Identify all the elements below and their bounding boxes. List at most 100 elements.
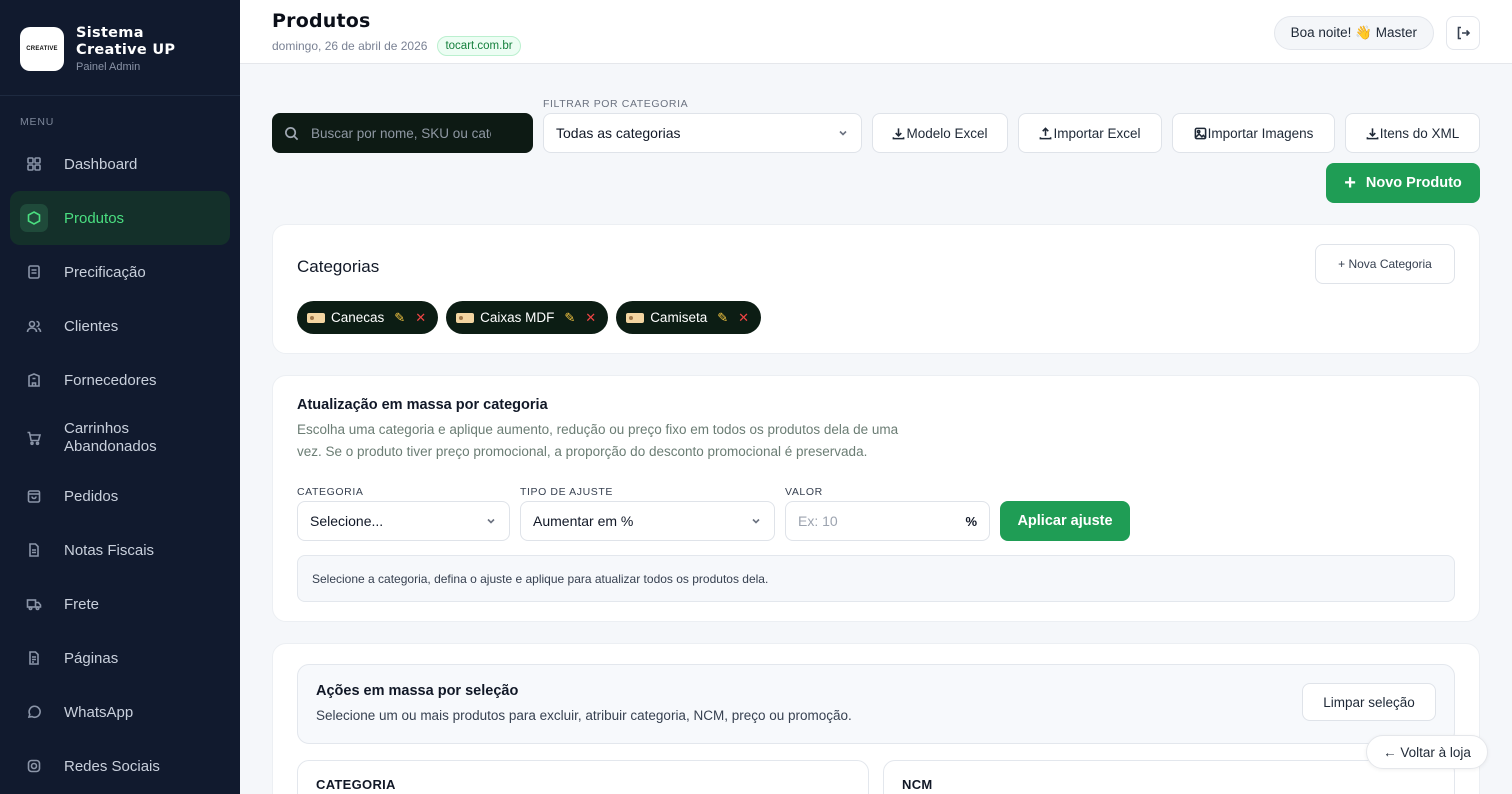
sidebar-item-produtos[interactable]: Produtos bbox=[10, 191, 230, 245]
selection-ncm-panel: NCM bbox=[883, 760, 1455, 794]
tag-icon bbox=[456, 312, 475, 323]
sidebar-item-label: Páginas bbox=[64, 649, 119, 667]
chevron-down-icon bbox=[487, 518, 495, 524]
sidebar-item-label: Notas Fiscais bbox=[64, 541, 155, 559]
menu-label: MENU bbox=[20, 116, 55, 128]
selection-title: Ações em massa por seleção bbox=[316, 683, 519, 699]
truck-icon bbox=[20, 590, 48, 618]
voltar-loja-button[interactable]: ← Voltar à loja bbox=[1366, 735, 1488, 769]
document-icon bbox=[20, 258, 48, 286]
chat-icon bbox=[20, 698, 48, 726]
sidebar-item-whatsapp[interactable]: WhatsApp bbox=[10, 685, 230, 739]
sidebar-item-label: Precificação bbox=[64, 263, 146, 281]
delete-icon[interactable]: ✕ bbox=[585, 310, 596, 326]
hexagon-icon bbox=[20, 204, 48, 232]
novo-produto-button[interactable]: + Novo Produto bbox=[1326, 163, 1480, 203]
itens-xml-button[interactable]: Itens do XML bbox=[1345, 113, 1480, 153]
category-chip[interactable]: Canecas ✎ ✕ bbox=[297, 301, 439, 334]
nova-categoria-button[interactable]: + Nova Categoria bbox=[1315, 244, 1455, 284]
brand-subtitle: Painel Admin bbox=[76, 60, 141, 73]
selection-ncm-label: NCM bbox=[902, 777, 933, 792]
search-input[interactable] bbox=[311, 125, 491, 141]
selection-actions-box: Ações em massa por seleção Selecione um … bbox=[297, 664, 1455, 744]
receipt-icon bbox=[20, 536, 48, 564]
mass-update-title: Atualização em massa por categoria bbox=[297, 397, 548, 413]
building-icon bbox=[20, 366, 48, 394]
sidebar-item-redes-sociais[interactable]: Redes Sociais bbox=[10, 739, 230, 793]
sidebar-item-carrinhos[interactable]: Carrinhos Abandonados bbox=[10, 407, 230, 469]
sidebar-item-paginas[interactable]: Páginas bbox=[10, 631, 230, 685]
plus-icon: + bbox=[1344, 172, 1356, 194]
delete-icon[interactable]: ✕ bbox=[738, 310, 749, 326]
modelo-excel-button[interactable]: Modelo Excel bbox=[872, 113, 1008, 153]
logout-button[interactable] bbox=[1446, 16, 1480, 50]
modelo-excel-label: Modelo Excel bbox=[906, 125, 988, 141]
bag-icon bbox=[20, 482, 48, 510]
limpar-selecao-button[interactable]: Limpar seleção bbox=[1302, 683, 1436, 721]
aplicar-ajuste-button[interactable]: Aplicar ajuste bbox=[1000, 501, 1130, 541]
sidebar-item-dashboard[interactable]: Dashboard bbox=[10, 137, 230, 191]
brand-title-line2: Creative UP bbox=[76, 41, 176, 58]
category-chip[interactable]: Caixas MDF ✎ ✕ bbox=[446, 301, 609, 334]
sidebar-item-frete[interactable]: Frete bbox=[10, 577, 230, 631]
category-chip-label: Camiseta bbox=[650, 310, 708, 325]
tipo-ajuste-value: Aumentar em % bbox=[533, 513, 634, 529]
download-icon bbox=[893, 127, 905, 139]
main-content: Produtos domingo, 26 de abril de 2026 to… bbox=[240, 0, 1512, 794]
mass-categoria-value: Selecione... bbox=[310, 513, 384, 529]
category-filter-value: Todas as categorias bbox=[556, 125, 681, 141]
search-icon bbox=[285, 126, 299, 140]
grid-icon bbox=[20, 150, 48, 178]
selection-categoria-panel: CATEGORIA bbox=[297, 760, 869, 794]
sidebar-item-fornecedores[interactable]: Fornecedores bbox=[10, 353, 230, 407]
sidebar-item-pedidos[interactable]: Pedidos bbox=[10, 469, 230, 523]
brand-logo: CREATIVE bbox=[20, 26, 64, 71]
category-chip-label: Canecas bbox=[331, 310, 385, 325]
categorias-card: Categorias + Nova Categoria Canecas ✎ ✕ … bbox=[272, 224, 1480, 354]
importar-imagens-label: Importar Imagens bbox=[1207, 125, 1314, 141]
sidebar-item-label: Redes Sociais bbox=[64, 757, 160, 775]
category-chip[interactable]: Camiseta ✎ ✕ bbox=[616, 301, 762, 334]
brand-title-line1: Sistema bbox=[76, 24, 144, 41]
itens-xml-label: Itens do XML bbox=[1379, 125, 1460, 141]
selection-card: Ações em massa por seleção Selecione um … bbox=[272, 643, 1480, 794]
product-toolbar: FILTRAR POR CATEGORIA Todas as categoria… bbox=[272, 96, 1480, 206]
edit-icon[interactable]: ✎ bbox=[394, 310, 405, 326]
topbar: Produtos domingo, 26 de abril de 2026 to… bbox=[240, 0, 1512, 64]
mass-update-info: Selecione a categoria, defina o ajuste e… bbox=[297, 555, 1455, 602]
delete-icon[interactable]: ✕ bbox=[415, 310, 426, 326]
edit-icon[interactable]: ✎ bbox=[717, 310, 728, 326]
page-icon bbox=[20, 644, 48, 672]
image-icon bbox=[1194, 127, 1206, 139]
category-filter-select[interactable]: Todas as categorias bbox=[543, 113, 862, 153]
edit-icon[interactable]: ✎ bbox=[564, 310, 575, 326]
tipo-ajuste-label: TIPO DE AJUSTE bbox=[520, 486, 613, 498]
sidebar-item-label: WhatsApp bbox=[64, 703, 134, 721]
percent-suffix: % bbox=[965, 513, 977, 529]
sidebar-item-label: Carrinhos Abandonados bbox=[64, 420, 157, 455]
categoria-label: CATEGORIA bbox=[297, 486, 364, 498]
search-box[interactable] bbox=[272, 113, 533, 153]
importar-excel-button[interactable]: Importar Excel bbox=[1018, 113, 1162, 153]
sidebar-item-label: Pedidos bbox=[64, 487, 119, 505]
sidebar-item-notas-fiscais[interactable]: Notas Fiscais bbox=[10, 523, 230, 577]
importar-excel-label: Importar Excel bbox=[1053, 125, 1141, 141]
user-greeting[interactable]: Boa noite! 👋 Master bbox=[1273, 16, 1434, 50]
domain-badge[interactable]: tocart.com.br bbox=[437, 36, 521, 56]
sidebar-item-precificacao[interactable]: Precificação bbox=[10, 245, 230, 299]
brand: CREATIVE Sistema Creative UP Painel Admi… bbox=[0, 0, 240, 96]
mass-categoria-select[interactable]: Selecione... bbox=[297, 501, 510, 541]
valor-input[interactable]: Ex: 10 % bbox=[785, 501, 990, 541]
sidebar-item-clientes[interactable]: Clientes bbox=[10, 299, 230, 353]
importar-imagens-button[interactable]: Importar Imagens bbox=[1172, 113, 1335, 153]
categorias-title: Categorias bbox=[297, 257, 380, 276]
selection-categoria-label: CATEGORIA bbox=[316, 777, 396, 792]
category-chips: Canecas ✎ ✕ Caixas MDF ✎ ✕ Camiseta ✎ ✕ bbox=[297, 301, 762, 334]
sidebar-item-label: Dashboard bbox=[64, 155, 138, 173]
sidebar-item-label: Fornecedores bbox=[64, 371, 157, 389]
chevron-down-icon bbox=[752, 518, 760, 524]
tipo-ajuste-select[interactable]: Aumentar em % bbox=[520, 501, 775, 541]
valor-placeholder: Ex: 10 bbox=[798, 513, 838, 529]
mass-update-card: Atualização em massa por categoria Escol… bbox=[272, 375, 1480, 622]
filter-label: FILTRAR POR CATEGORIA bbox=[543, 98, 689, 110]
